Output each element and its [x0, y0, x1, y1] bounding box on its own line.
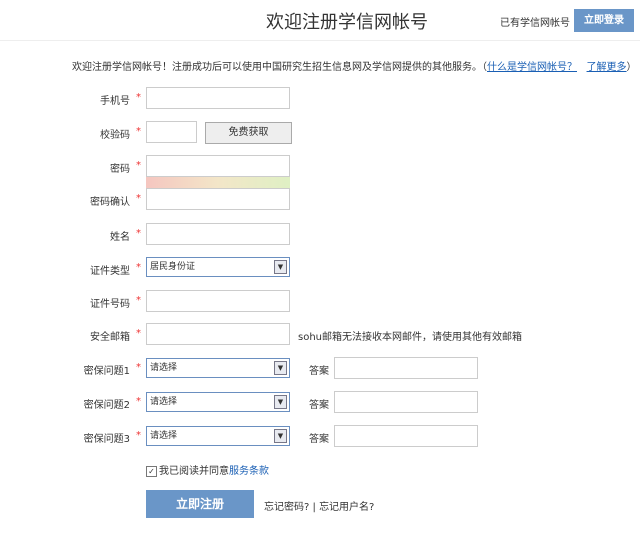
login-button[interactable]: 立即登录: [574, 9, 634, 32]
question1-label: 密保问题1: [83, 366, 130, 377]
forgot-password-link[interactable]: 忘记密码?: [264, 502, 309, 513]
required-star: *: [136, 228, 141, 239]
intro-text: 欢迎注册学信网帐号！注册成功后可以使用中国研究生招生信息网及学信网提供的其他服务…: [72, 62, 637, 73]
have-account-text: 已有学信网帐号: [500, 18, 570, 29]
id-number-label: 证件号码: [90, 299, 130, 310]
required-star: *: [136, 126, 141, 137]
chevron-down-icon: ▼: [274, 361, 287, 375]
captcha-label: 校验码: [100, 130, 130, 141]
answer1-input[interactable]: [334, 357, 478, 379]
confirm-label: 密码确认: [90, 197, 130, 208]
required-star: *: [136, 430, 141, 441]
question3-select[interactable]: 请选择 ▼: [146, 426, 290, 446]
name-input[interactable]: [146, 223, 290, 245]
id-number-input[interactable]: [146, 290, 290, 312]
email-label: 安全邮箱: [90, 332, 130, 343]
learn-more-link[interactable]: 了解更多: [587, 62, 627, 73]
required-star: *: [136, 362, 141, 373]
agree-checkbox[interactable]: ✓: [146, 465, 157, 477]
answer2-label: 答案: [309, 400, 329, 411]
password-input[interactable]: [146, 155, 290, 177]
question3-label: 密保问题3: [83, 434, 130, 445]
email-hint: sohu邮箱无法接收本网邮件，请使用其他有效邮箱: [298, 332, 523, 343]
required-star: *: [136, 193, 141, 204]
required-star: *: [136, 328, 141, 339]
email-input[interactable]: [146, 323, 290, 345]
required-star: *: [136, 160, 141, 171]
divider: [0, 40, 640, 41]
answer3-input[interactable]: [334, 425, 478, 447]
answer3-label: 答案: [309, 434, 329, 445]
forgot-links: 忘记密码? | 忘记用户名?: [264, 502, 375, 513]
answer2-input[interactable]: [334, 391, 478, 413]
required-star: *: [136, 295, 141, 306]
agree-row: ✓ 我已阅读并同意服务条款: [146, 462, 269, 477]
what-is-account-link[interactable]: 什么是学信网帐号？: [487, 62, 577, 73]
question1-select[interactable]: 请选择 ▼: [146, 358, 290, 378]
chevron-down-icon: ▼: [274, 260, 287, 274]
captcha-input[interactable]: [146, 121, 197, 143]
password-label: 密码: [110, 164, 130, 175]
confirm-password-input[interactable]: [146, 188, 290, 210]
required-star: *: [136, 92, 141, 103]
id-type-label: 证件类型: [90, 266, 130, 277]
phone-input[interactable]: [146, 87, 290, 109]
phone-label: 手机号: [100, 96, 130, 107]
question2-label: 密保问题2: [83, 400, 130, 411]
answer1-label: 答案: [309, 366, 329, 377]
page-title: 欢迎注册学信网帐号: [266, 12, 428, 33]
chevron-down-icon: ▼: [274, 429, 287, 443]
required-star: *: [136, 396, 141, 407]
required-star: *: [136, 262, 141, 273]
id-type-select[interactable]: 居民身份证 ▼: [146, 257, 290, 277]
name-label: 姓名: [110, 232, 130, 243]
forgot-username-link[interactable]: 忘记用户名?: [319, 502, 374, 513]
terms-link[interactable]: 服务条款: [229, 466, 269, 477]
password-strength-bar: [146, 177, 290, 188]
register-button[interactable]: 立即注册: [146, 490, 254, 518]
chevron-down-icon: ▼: [274, 395, 287, 409]
question2-select[interactable]: 请选择 ▼: [146, 392, 290, 412]
get-code-button[interactable]: 免费获取: [205, 122, 292, 144]
